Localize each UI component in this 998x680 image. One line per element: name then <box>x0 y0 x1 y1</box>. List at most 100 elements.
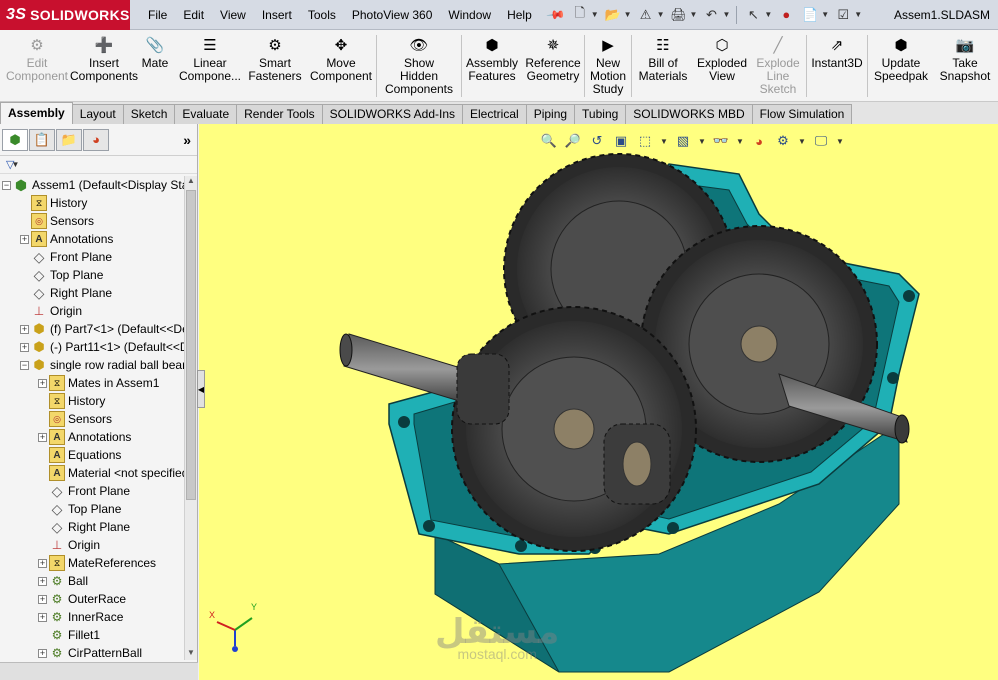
menu-file[interactable]: File <box>140 0 175 30</box>
file-properties-icon[interactable]: 📄 <box>800 5 820 25</box>
open-folder-icon[interactable]: 📂 <box>603 5 623 25</box>
chevron-down-icon[interactable]: ▼ <box>854 10 862 19</box>
options-icon[interactable]: ☑ <box>833 5 853 25</box>
tab-solidworks-mbd[interactable]: SOLIDWORKS MBD <box>625 104 753 124</box>
snapshot-button[interactable]: 📷 Take Snapshot <box>934 30 996 102</box>
configuration-manager-tab-icon[interactable]: 📁 <box>56 128 82 151</box>
tab-flow-simulation[interactable]: Flow Simulation <box>751 104 853 124</box>
new-document-icon[interactable]: 🗋 <box>570 5 590 25</box>
tree-item[interactable]: ⧖ History <box>0 392 184 410</box>
menu-photoview-360[interactable]: PhotoView 360 <box>344 0 441 30</box>
mate-button[interactable]: 📎 Mate <box>134 30 176 102</box>
property-manager-tab-icon[interactable]: 📋 <box>29 128 55 151</box>
expand-icon[interactable]: + <box>38 432 47 442</box>
tree-item[interactable]: ⊥ Origin <box>0 536 184 554</box>
tree-item[interactable]: ◇ Right Plane <box>0 284 184 302</box>
tab-solidworks-add-ins[interactable]: SOLIDWORKS Add-Ins <box>321 104 463 124</box>
bom-button[interactable]: ☷ Bill of Materials <box>632 30 694 102</box>
tree-item[interactable]: + ⚙ Ball <box>0 572 184 590</box>
move-component-button[interactable]: ✥ Move Component <box>306 30 376 102</box>
chevron-down-icon[interactable]: ▼ <box>690 10 698 19</box>
tree-item[interactable]: + ⚙ InnerRace <box>0 608 184 626</box>
menu-help[interactable]: Help <box>499 0 540 30</box>
tree-item[interactable]: + ⧖ Mates in Assem1 <box>0 374 184 392</box>
exploded-view-button[interactable]: ⬡ Exploded View <box>694 30 750 102</box>
tab-layout[interactable]: Layout <box>71 104 124 124</box>
menu-window[interactable]: Window <box>440 0 499 30</box>
expand-icon[interactable]: + <box>38 612 47 622</box>
chevron-down-icon[interactable]: ▼ <box>821 10 829 19</box>
tree-item[interactable]: A Material <not specified <box>0 464 184 482</box>
pin-icon[interactable]: 📌 <box>542 0 570 28</box>
scroll-down-icon[interactable]: ▼ <box>185 648 197 660</box>
tree-item[interactable]: − ⬢ single row radial ball bearin <box>0 356 184 374</box>
tab-piping[interactable]: Piping <box>525 104 576 124</box>
chevron-down-icon[interactable]: ▼ <box>624 10 632 19</box>
panel-bottom-tabs[interactable] <box>0 662 198 680</box>
tree-scrollbar[interactable]: ▲ ▼ <box>184 176 197 660</box>
expand-panel-icon[interactable]: » <box>183 132 191 148</box>
graphics-viewport[interactable]: 🔍 🔎 ↺ ▣ ⬚ ▼ ▧ ▼ 👓 ▼ ◕ ⚙ ▼ 🖵 ▼ X Y مستقل … <box>199 124 998 680</box>
tree-item[interactable]: A Equations <box>0 446 184 464</box>
select-cursor-icon[interactable]: ↖ <box>743 5 763 25</box>
show-hidden-button[interactable]: 👁 Show Hidden Components <box>377 30 461 102</box>
pinion-gear[interactable] <box>603 423 671 505</box>
tab-electrical[interactable]: Electrical <box>462 104 527 124</box>
tab-evaluate[interactable]: Evaluate <box>174 104 238 124</box>
scrollbar-thumb[interactable] <box>186 190 196 500</box>
tree-item[interactable]: + A Annotations <box>0 428 184 446</box>
tree-item[interactable]: ⊥ Origin <box>0 302 184 320</box>
tree-item[interactable]: ◇ Front Plane <box>0 248 184 266</box>
insert-components-button[interactable]: ➕ Insert Components <box>70 30 138 102</box>
expand-icon[interactable]: + <box>38 378 47 388</box>
gearbox-model[interactable] <box>199 124 998 680</box>
print-icon[interactable]: 🖨 <box>669 5 689 25</box>
chevron-down-icon[interactable]: ▼ <box>722 10 730 19</box>
tree-item[interactable]: ◎ Sensors <box>0 212 184 230</box>
feature-manager-tab-icon[interactable]: ⬢ <box>2 128 28 151</box>
tree-item[interactable]: ⧖ History <box>0 194 184 212</box>
collapse-icon[interactable]: − <box>2 180 11 190</box>
expand-icon[interactable]: + <box>20 324 29 334</box>
assembly-features-button[interactable]: ⬢ Assembly Features <box>462 30 522 102</box>
expand-icon[interactable]: + <box>20 342 29 352</box>
motion-study-button[interactable]: ▶ New Motion Study <box>585 30 631 102</box>
panel-resize-handle[interactable]: ◀ <box>197 370 205 408</box>
speedpak-button[interactable]: ⬢ Update Speedpak <box>868 30 934 102</box>
menu-edit[interactable]: Edit <box>175 0 212 30</box>
tree-item[interactable]: ◇ Right Plane <box>0 518 184 536</box>
chevron-down-icon[interactable]: ▼ <box>764 10 772 19</box>
instant3d-button[interactable]: ⇗ Instant3D <box>807 30 867 102</box>
edit-component-button[interactable]: ⚙ Edit Component <box>0 30 74 102</box>
chevron-down-icon[interactable]: ▼ <box>11 160 19 169</box>
save-icon[interactable]: ⚠ <box>636 5 656 25</box>
tree-item[interactable]: ◎ Sensors <box>0 410 184 428</box>
expand-icon[interactable]: + <box>38 594 47 604</box>
expand-icon[interactable]: + <box>38 576 47 586</box>
tree-item[interactable]: − ⬢ Assem1 (Default<Display State <box>0 176 184 194</box>
tab-sketch[interactable]: Sketch <box>122 104 176 124</box>
expand-icon[interactable]: + <box>38 648 47 658</box>
tree-filter[interactable]: ▽ ▼ <box>0 156 197 174</box>
tree-item[interactable]: ◇ Top Plane <box>0 266 184 284</box>
tab-render-tools[interactable]: Render Tools <box>236 104 323 124</box>
menu-view[interactable]: View <box>212 0 254 30</box>
linear-pattern-button[interactable]: ☰ Linear Compone... <box>176 30 244 102</box>
tab-assembly[interactable]: Assembly <box>0 102 73 124</box>
tree-item[interactable]: + ⚙ OuterRace <box>0 590 184 608</box>
tree-item[interactable]: ⚙ Fillet1 <box>0 626 184 644</box>
tree-item[interactable]: + A Annotations <box>0 230 184 248</box>
chevron-down-icon[interactable]: ▼ <box>657 10 665 19</box>
display-manager-tab-icon[interactable]: ◕ <box>83 128 109 151</box>
explode-line-button[interactable]: ╱ Explode Line Sketch <box>750 30 806 102</box>
reference-geometry-button[interactable]: ✵ Reference Geometry <box>522 30 584 102</box>
tree-item[interactable]: + ⬢ (f) Part7<1> (Default<<Def <box>0 320 184 338</box>
tree-item[interactable]: + ⚙ CirPatternBall <box>0 644 184 660</box>
undo-icon[interactable]: ↶ <box>701 5 721 25</box>
chevron-down-icon[interactable]: ▼ <box>591 10 599 19</box>
collapse-icon[interactable]: − <box>20 360 29 370</box>
expand-icon[interactable]: + <box>38 558 47 568</box>
menu-insert[interactable]: Insert <box>254 0 300 30</box>
rebuild-traffic-light-icon[interactable]: ● <box>776 5 796 25</box>
tree-item[interactable]: + ⧖ MateReferences <box>0 554 184 572</box>
